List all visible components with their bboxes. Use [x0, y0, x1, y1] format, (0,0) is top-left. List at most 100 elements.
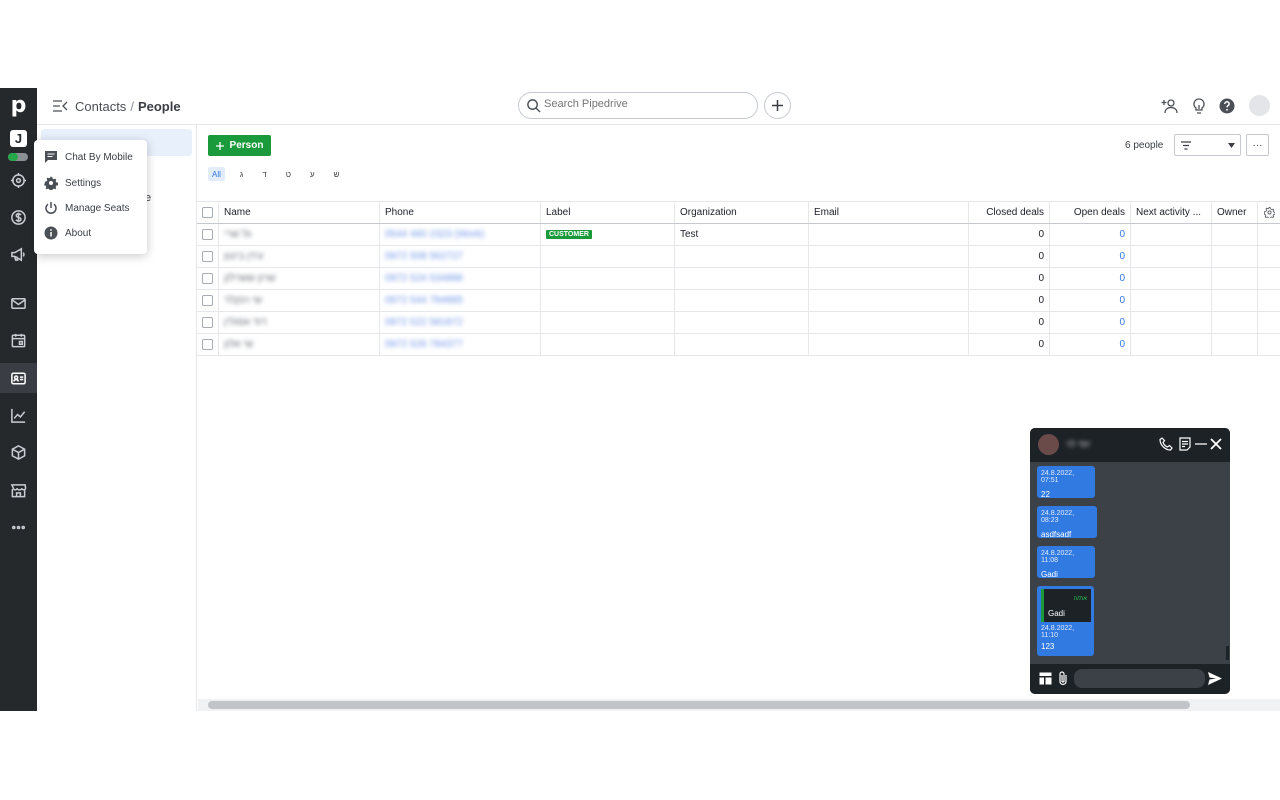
open-deals-link[interactable]: 0	[1119, 339, 1125, 350]
open-deals-link[interactable]: 0	[1119, 295, 1125, 306]
chat-scrollbar[interactable]	[1226, 646, 1229, 660]
filter-letter[interactable]: ט	[282, 167, 295, 181]
add-person-button[interactable]: Person	[208, 135, 271, 156]
help-icon[interactable]	[1218, 97, 1236, 115]
menu-item-settings[interactable]: Settings	[34, 172, 147, 194]
owner-cell	[1212, 268, 1258, 289]
rail-calendar-icon[interactable]	[0, 325, 37, 355]
scrollbar-thumb[interactable]	[208, 701, 1190, 709]
menu-item-manage-seats[interactable]: Manage Seats	[34, 197, 147, 219]
phone-cell-text[interactable]: 0972 522 581872	[385, 317, 463, 328]
filter-select[interactable]	[1174, 134, 1241, 156]
column-header-organization[interactable]: Organization	[675, 202, 809, 223]
rail-mail-icon[interactable]	[0, 288, 37, 318]
table-row[interactable]: שי אלון 0972 526 784377 0 0	[197, 334, 1280, 356]
column-settings-cell[interactable]	[1258, 202, 1280, 223]
minimize-icon[interactable]	[1194, 437, 1208, 451]
column-header-open-deals[interactable]: Open deals	[1050, 202, 1131, 223]
column-header-closed-deals[interactable]: Closed deals	[969, 202, 1050, 223]
rail-deals-icon[interactable]	[0, 202, 37, 232]
horizontal-scrollbar[interactable]	[198, 699, 1280, 711]
templates-icon[interactable]	[1039, 672, 1052, 685]
message-timestamp: 24.8.2022, 08:23	[1041, 510, 1075, 524]
menu-item-about[interactable]: About	[34, 222, 147, 244]
column-header-label[interactable]: Label	[541, 202, 675, 223]
chat-message-input[interactable]	[1074, 669, 1205, 688]
organization-cell-text[interactable]: Test	[680, 229, 698, 240]
email-cell	[809, 334, 969, 355]
phone-cell: 0972 526 784377	[380, 334, 541, 355]
send-icon[interactable]	[1208, 672, 1222, 685]
column-header-name[interactable]: Name	[219, 202, 380, 223]
more-actions-button[interactable]: ···	[1246, 134, 1269, 156]
app-toggle[interactable]	[8, 153, 28, 161]
open-deals-cell: 0	[1050, 312, 1131, 333]
filter-letter[interactable]: ג	[236, 167, 247, 181]
filter-letter[interactable]: All	[208, 167, 225, 181]
phone-cell-text[interactable]: 0972 524 534888	[385, 273, 463, 284]
close-icon[interactable]	[1209, 437, 1223, 451]
column-header-phone[interactable]: Phone	[380, 202, 541, 223]
quoted-text: Gadi	[1048, 609, 1065, 618]
table-row[interactable]: שי וינקלר 0972 544 784885 0 0	[197, 290, 1280, 312]
pipedrive-logo[interactable]: p	[0, 92, 37, 118]
person-name-cell-text[interactable]: שרון ששרלק	[224, 273, 276, 284]
row-checkbox[interactable]	[202, 339, 213, 350]
notes-icon[interactable]	[1178, 437, 1192, 451]
rail-contacts-icon[interactable]	[0, 363, 37, 393]
phone-icon[interactable]	[1159, 437, 1173, 451]
column-header-next-activity[interactable]: Next activity ...	[1131, 202, 1212, 223]
person-name-cell-text[interactable]: דוד אסולין	[224, 317, 266, 328]
row-checkbox[interactable]	[202, 273, 213, 284]
rail-more-icon[interactable]	[0, 512, 37, 542]
person-name-cell-text[interactable]: עידן ביטון	[224, 251, 264, 262]
rail-products-icon[interactable]	[0, 437, 37, 467]
rail-marketplace-icon[interactable]	[0, 475, 37, 505]
search-input[interactable]	[544, 98, 744, 110]
collapse-sidebar-icon[interactable]	[52, 98, 68, 114]
person-name-cell-text[interactable]: גל שרי	[224, 229, 251, 240]
rail-leads-icon[interactable]	[0, 165, 37, 195]
quoted-message[interactable]: את/ה Gadi	[1041, 589, 1091, 622]
chat-app-icon[interactable]: J	[10, 130, 27, 147]
closed-deals-cell: 0	[969, 312, 1050, 333]
open-deals-link[interactable]: 0	[1119, 251, 1125, 262]
row-checkbox[interactable]	[202, 229, 213, 240]
filter-letter[interactable]: ד	[258, 167, 270, 181]
user-avatar[interactable]	[1249, 95, 1270, 116]
column-header-owner[interactable]: Owner	[1212, 202, 1258, 223]
quick-add-button[interactable]	[764, 92, 791, 119]
lightbulb-icon[interactable]	[1190, 97, 1208, 115]
open-deals-link[interactable]: 0	[1119, 273, 1125, 284]
menu-item-chat-by-mobile[interactable]: Chat By Mobile	[34, 146, 147, 168]
table-row[interactable]: דוד אסולין 0972 522 581872 0 0	[197, 312, 1280, 334]
table-row[interactable]: שרון ששרלק 0972 524 534888 0 0	[197, 268, 1280, 290]
phone-cell-text[interactable]: 0972 508 562727	[385, 251, 463, 262]
attachment-icon[interactable]	[1057, 671, 1069, 686]
breadcrumb-contacts[interactable]: Contacts	[75, 99, 126, 114]
table-row[interactable]: גל שרי 0544 460 2323 (Work) CUSTOMER Test 0 0	[197, 224, 1280, 246]
phone-cell-text[interactable]: 0972 526 784377	[385, 339, 463, 350]
next-activity-cell	[1131, 268, 1212, 289]
invite-users-icon[interactable]	[1161, 97, 1179, 115]
label-badge: CUSTOMER	[546, 230, 592, 239]
phone-cell-text[interactable]: 0972 544 784885	[385, 295, 463, 306]
rail-campaigns-icon[interactable]	[0, 239, 37, 269]
row-checkbox[interactable]	[202, 251, 213, 262]
search-box[interactable]	[518, 92, 758, 119]
filter-letter[interactable]: ע	[306, 167, 319, 181]
info-icon	[44, 226, 58, 240]
column-header-email[interactable]: Email	[809, 202, 969, 223]
open-deals-link[interactable]: 0	[1119, 317, 1125, 328]
row-checkbox[interactable]	[202, 295, 213, 306]
closed-deals-cell: 0	[969, 290, 1050, 311]
rail-insights-icon[interactable]	[0, 400, 37, 430]
table-row[interactable]: עידן ביטון 0972 508 562727 0 0	[197, 246, 1280, 268]
row-checkbox[interactable]	[202, 317, 213, 328]
filter-letter[interactable]: ש	[330, 167, 344, 181]
phone-cell-text[interactable]: 0544 460 2323 (Work)	[385, 229, 484, 240]
person-name-cell-text[interactable]: שי וינקלר	[224, 295, 262, 306]
open-deals-link[interactable]: 0	[1119, 229, 1125, 240]
select-all-checkbox[interactable]	[202, 207, 213, 218]
person-name-cell-text[interactable]: שי אלון	[224, 339, 253, 350]
